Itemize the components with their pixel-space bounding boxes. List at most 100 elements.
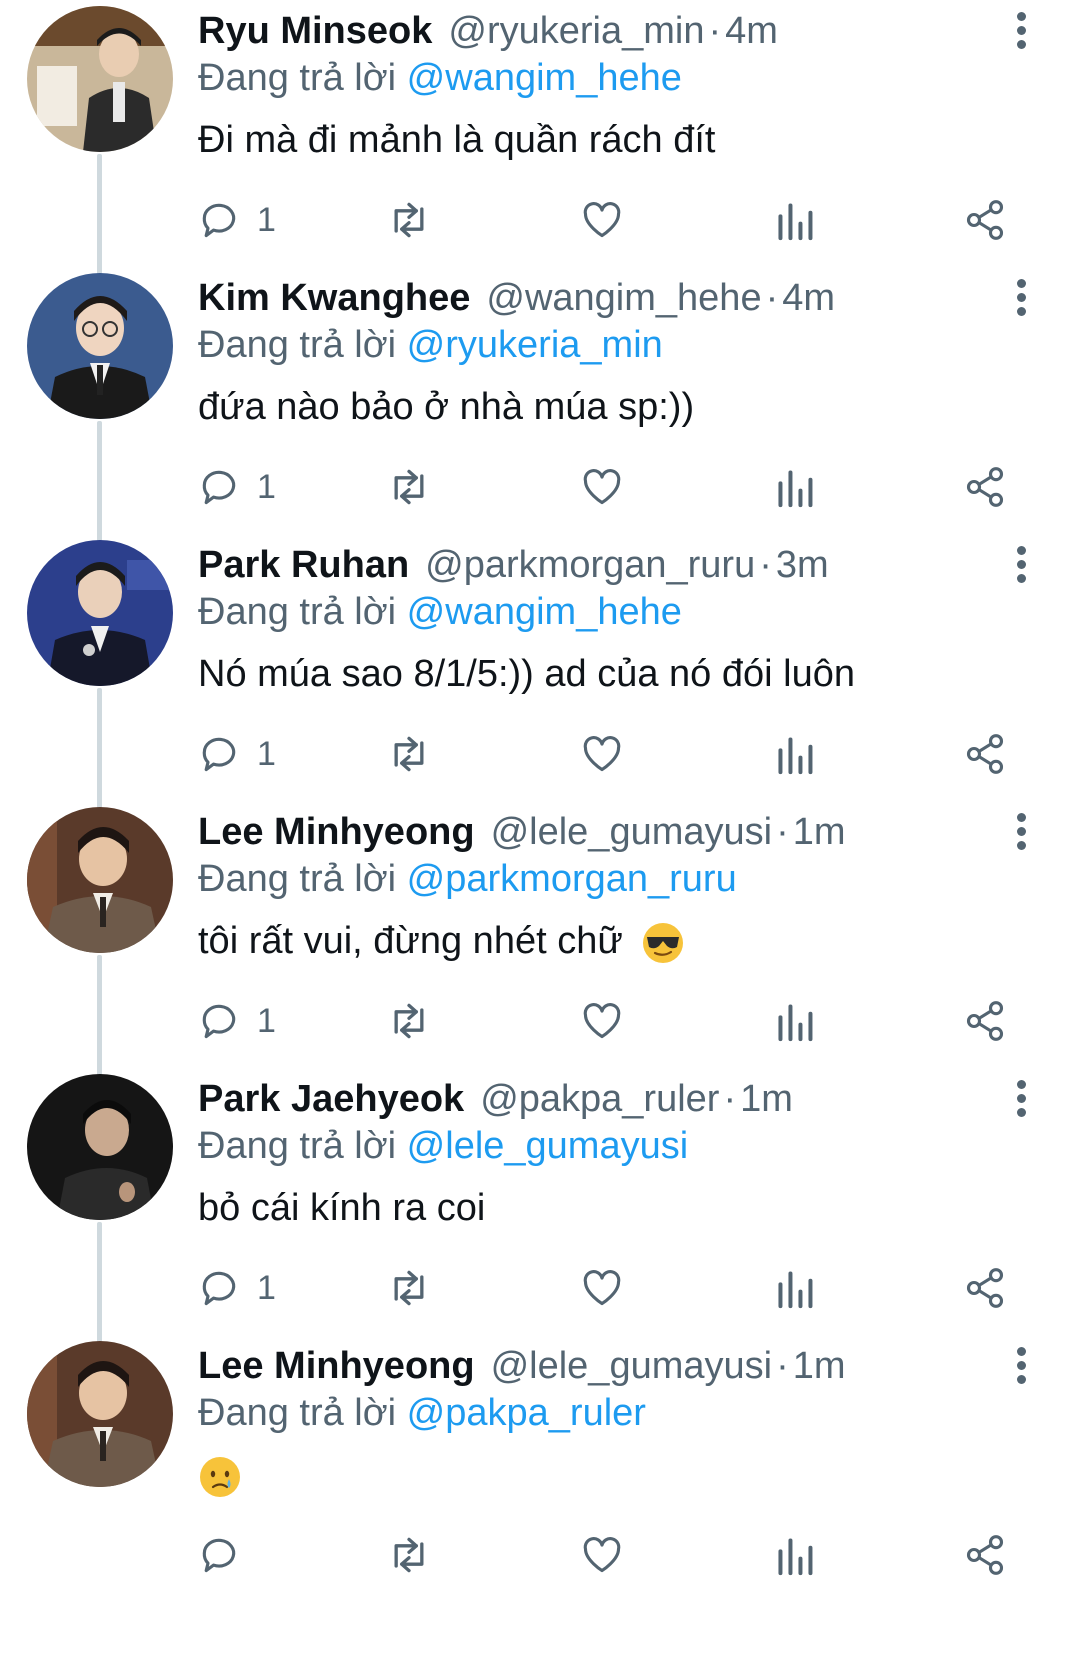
retweet-button[interactable] [385,1258,433,1318]
views-button[interactable] [775,190,815,250]
reply-prefix: Đang trả lời [198,858,397,900]
share-button[interactable] [963,1525,1007,1585]
retweet-button[interactable] [385,457,433,517]
separator: · [708,10,722,52]
heart-icon [583,469,621,505]
timestamp[interactable]: 1m [793,1345,846,1387]
handle[interactable]: @wangim_hehe [486,277,761,319]
reply-button[interactable] [197,1525,257,1585]
reply-count: 1 [257,734,276,773]
avatar[interactable] [27,540,173,686]
mention-link[interactable]: @wangim_hehe [407,57,682,99]
handle[interactable]: @lele_gumayusi [491,811,773,853]
more-vertical-icon[interactable] [1010,1080,1032,1120]
display-name[interactable]: Park Jaehyeok [198,1078,464,1120]
views-button[interactable] [775,457,815,517]
mention-link[interactable]: @ryukeria_min [407,324,663,366]
separator: · [723,1078,737,1120]
handle[interactable]: @lele_gumayusi [491,1345,773,1387]
more-vertical-icon[interactable] [1010,279,1032,319]
reply-button[interactable]: 1 [197,1258,276,1318]
like-button[interactable] [580,991,624,1051]
more-vertical-icon[interactable] [1010,12,1032,52]
timestamp[interactable]: 3m [776,544,829,586]
more-vertical-icon[interactable] [1010,546,1032,586]
mention-link[interactable]: @pakpa_ruler [407,1392,646,1434]
reply-button[interactable]: 1 [197,991,276,1051]
mention-link[interactable]: @parkmorgan_ruru [407,858,737,900]
timestamp[interactable]: 4m [725,10,778,52]
timestamp[interactable]: 1m [793,811,846,853]
retweet-button[interactable] [385,991,433,1051]
display-name[interactable]: Lee Minhyeong [198,1345,475,1387]
action-bar: 1 [0,190,1080,250]
more-vertical-icon[interactable] [1010,1347,1032,1387]
avatar[interactable] [27,1341,173,1487]
like-button[interactable] [580,457,624,517]
replying-to: Đang trả lời @lele_gumayusi [198,1123,688,1169]
views-button[interactable] [775,991,815,1051]
handle[interactable]: @parkmorgan_ruru [425,544,755,586]
share-icon [966,467,1004,507]
display-name[interactable]: Lee Minhyeong [198,811,475,853]
retweet-button[interactable] [385,724,433,784]
avatar-image [27,6,173,152]
action-bar [0,1525,1080,1585]
avatar[interactable] [27,273,173,419]
share-button[interactable] [963,1258,1007,1318]
retweet-button[interactable] [385,1525,433,1585]
tweet[interactable]: Park Jaehyeok @pakpa_ruler · 1m Đang trả lờ… [0,1068,1080,1353]
timestamp[interactable]: 1m [740,1078,793,1120]
mention-link[interactable]: @lele_gumayusi [407,1125,689,1167]
heart-icon [583,1270,621,1306]
avatar-image [27,1341,173,1487]
reply-prefix: Đang trả lời [198,1125,397,1167]
heart-icon [583,1537,621,1573]
like-button[interactable] [580,190,624,250]
retweet-icon [394,736,424,772]
sunglasses-emoji [643,922,684,963]
tweet-text-content: Đi mà đi mảnh là quần rách đít [198,119,716,161]
views-button[interactable] [775,1525,815,1585]
display-name[interactable]: Park Ruhan [198,544,409,586]
timestamp[interactable]: 4m [782,277,835,319]
display-name[interactable]: Kim Kwanghee [198,277,470,319]
tweet-text-content: Nó múa sao 8/1/5:)) ad của nó đói luôn [198,653,855,695]
share-button[interactable] [963,190,1007,250]
views-icon [778,1538,813,1576]
like-button[interactable] [580,1525,624,1585]
share-button[interactable] [963,991,1007,1051]
reply-icon [202,203,236,238]
views-icon [778,1271,813,1309]
tweet[interactable]: Park Ruhan @parkmorgan_ruru · 3m Đang trả l… [0,534,1080,819]
heart-icon [583,736,621,772]
tweet[interactable]: Kim Kwanghee @wangim_hehe · 4m Đang trả lời… [0,267,1080,552]
more-vertical-icon[interactable] [1010,813,1032,853]
share-icon [966,1535,1004,1575]
replying-to: Đang trả lời @wangim_hehe [198,589,682,635]
tweet[interactable]: Lee Minhyeong @lele_gumayusi · 1m Đang trả … [0,801,1080,1086]
mention-link[interactable]: @wangim_hehe [407,591,682,633]
retweet-button[interactable] [385,190,433,250]
like-button[interactable] [580,724,624,784]
share-button[interactable] [963,724,1007,784]
avatar[interactable] [27,1074,173,1220]
reply-count: 1 [257,467,276,506]
tweet[interactable]: Lee Minhyeong @lele_gumayusi · 1m Đang trả … [0,1335,1080,1620]
handle[interactable]: @pakpa_ruler [480,1078,719,1120]
tweet[interactable]: Ryu Minseok @ryukeria_min · 4m Đang trả lời… [0,0,1080,285]
avatar[interactable] [27,6,173,152]
like-button[interactable] [580,1258,624,1318]
views-button[interactable] [775,724,815,784]
heart-icon [583,202,621,238]
reply-button[interactable]: 1 [197,457,276,517]
share-button[interactable] [963,457,1007,517]
share-icon [966,734,1004,774]
reply-button[interactable]: 1 [197,724,276,784]
action-bar: 1 [0,991,1080,1051]
handle[interactable]: @ryukeria_min [448,10,704,52]
reply-button[interactable]: 1 [197,190,276,250]
avatar[interactable] [27,807,173,953]
views-button[interactable] [775,1258,815,1318]
display-name[interactable]: Ryu Minseok [198,10,432,52]
